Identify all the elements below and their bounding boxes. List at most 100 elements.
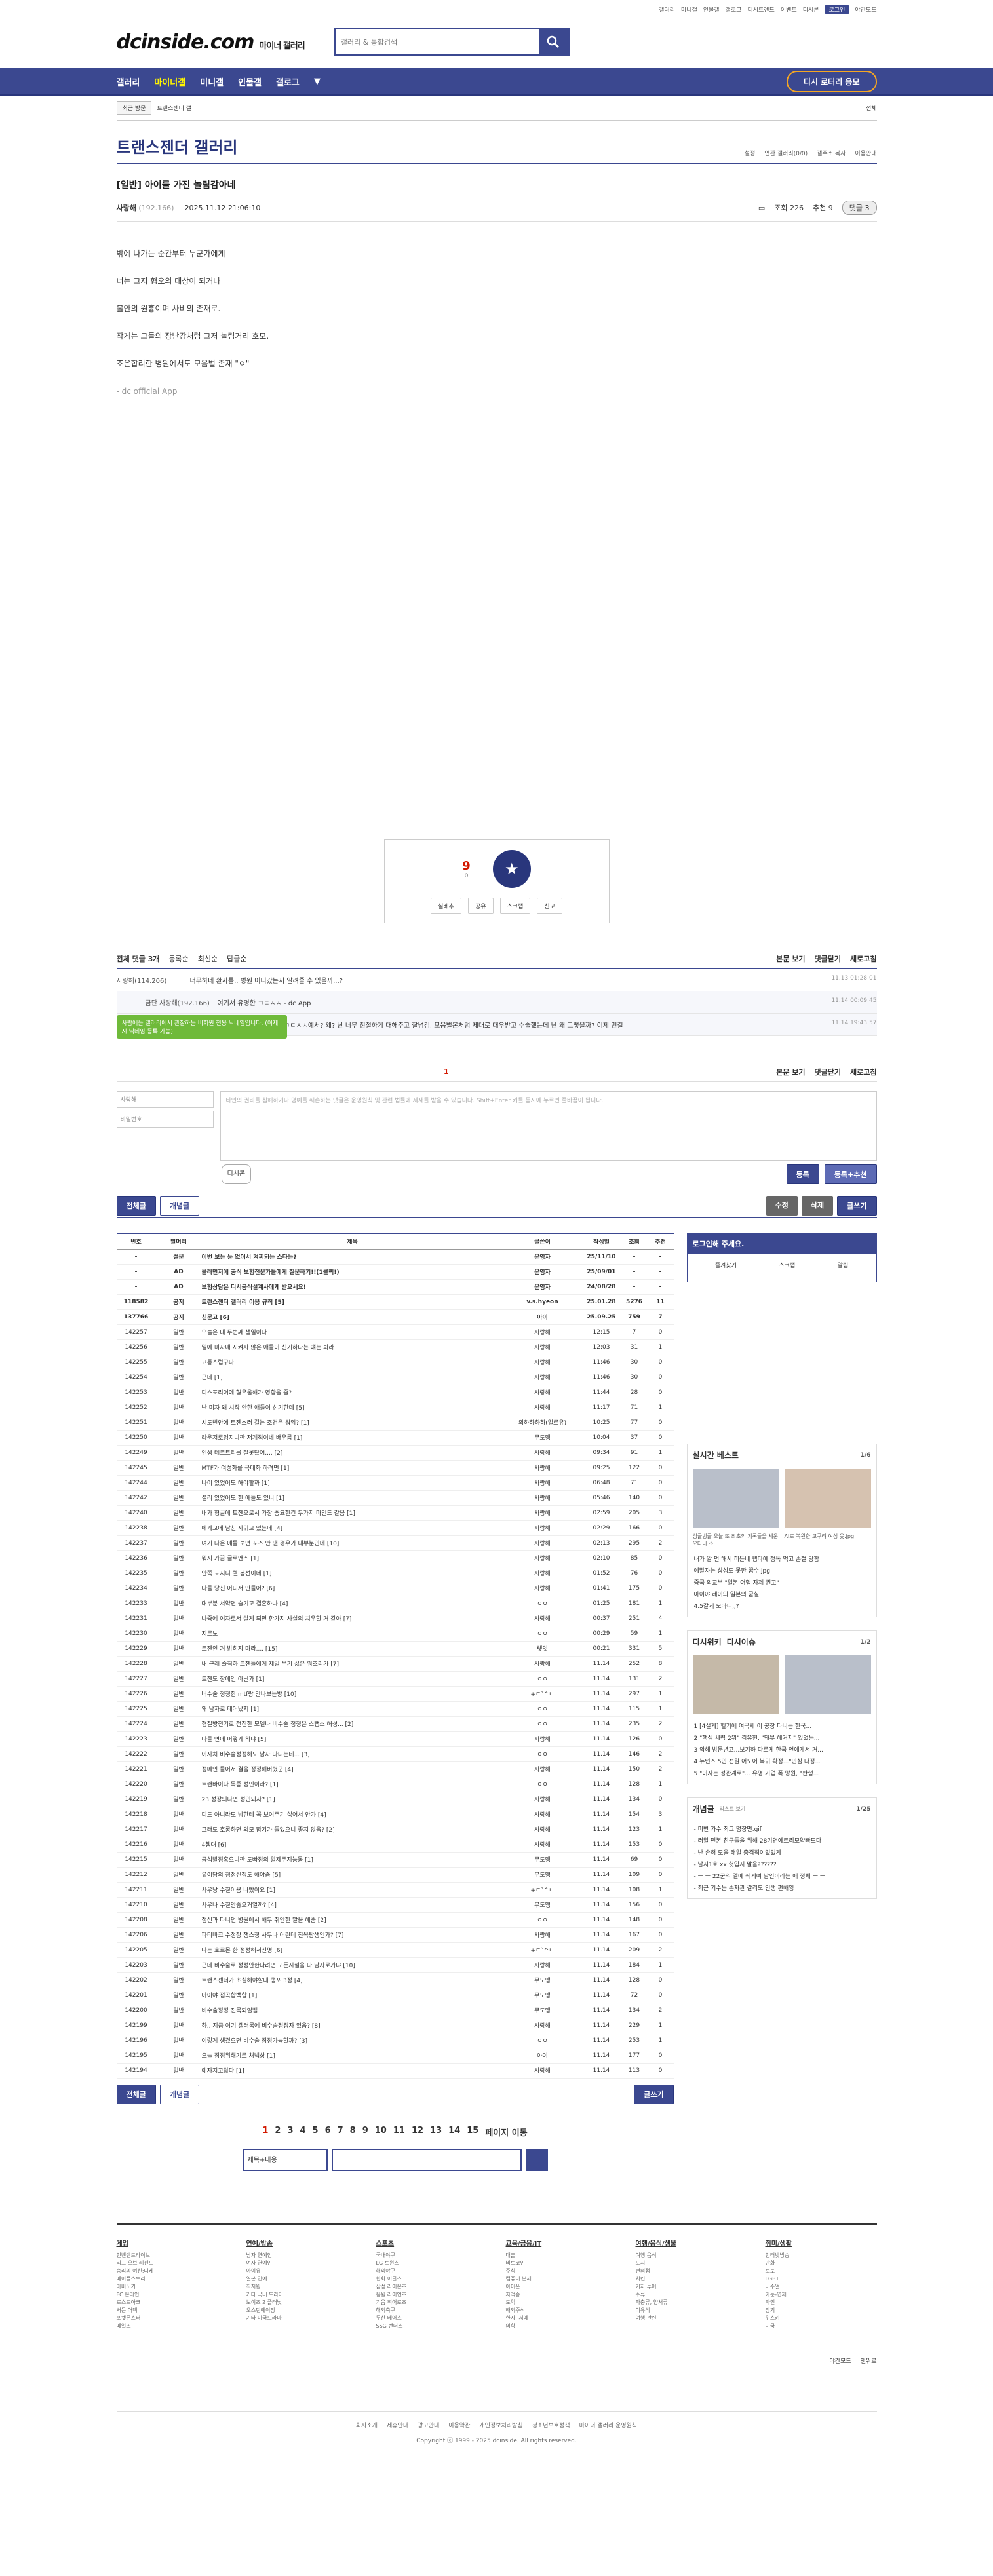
page-link[interactable]: 12 — [412, 2126, 423, 2138]
page-link[interactable]: 13 — [430, 2126, 442, 2138]
footer-column-link[interactable]: 최지원 — [246, 2283, 358, 2291]
topmenu-link[interactable]: 로그인 — [825, 4, 849, 14]
best-caption[interactable]: AI로 복원한 고구려 여성 옷.jpg — [785, 1533, 871, 1547]
footer-link[interactable]: 제휴안내 — [387, 2421, 408, 2429]
sort-reply[interactable]: 답글순 — [227, 953, 246, 964]
footer-column-link[interactable]: SSG 랜더스 — [376, 2322, 488, 2330]
footer-column-title[interactable]: 게임 — [117, 2238, 228, 2248]
notification-link[interactable]: 알림 — [838, 1261, 849, 1269]
post-writer[interactable]: 사랑해 — [503, 1837, 582, 1853]
sort-latest[interactable]: 최신순 — [198, 953, 218, 964]
refresh-link[interactable]: 새로고침 — [850, 953, 876, 964]
table-row[interactable]: 142195 일반 오늘 정정위해기로 처넥상 [1] 아이 11.14 177 0 — [116, 2048, 674, 2064]
comment-nick[interactable]: 금단 사랑해(192.166) — [146, 997, 218, 1007]
favorites-link[interactable]: 즐겨찾기 — [715, 1261, 737, 1269]
table-row[interactable]: 142253 일반 디스포리어에 형우울해가 영향을 줌? 사랑해 11:44 28 0 — [116, 1385, 674, 1400]
post-subject[interactable]: 난 미자 왜 시작 안한 애들이 신기한데 [5] — [201, 1400, 503, 1415]
page-link[interactable]: 4 — [300, 2126, 305, 2138]
topmenu-link[interactable]: 인물갤 — [703, 5, 720, 14]
recent-gallery-link[interactable]: 트랜스젠더 갤 — [157, 104, 191, 112]
post-subject[interactable]: 내 근래 솔직하 트젠들에게 제일 부기 싫은 워조리가 [7] — [201, 1656, 503, 1672]
all-posts-button[interactable]: 전체글 — [116, 1196, 156, 1216]
footer-column-title[interactable]: 취미/생활 — [766, 2238, 877, 2248]
issue-item[interactable]: 4 뉴턴즈 5인 전원 어도어 복귀 확정..."민심 다정... — [694, 1756, 870, 1768]
post-writer[interactable]: 사랑해 — [503, 1370, 582, 1385]
footer-column-link[interactable]: 응원 라이언즈 — [376, 2291, 488, 2299]
concept-item[interactable]: - 최근 기수는 손자관 갈리도 인생 편해잉 — [694, 1883, 870, 1894]
topmenu-link[interactable]: 야간모드 — [855, 5, 876, 14]
table-row[interactable]: 142252 일반 난 미자 왜 시작 안한 애들이 신기한데 [5] 사랑해 11:1… — [116, 1400, 674, 1415]
post-subject[interactable]: 그래도 호롱하면 외모 함기가 들었으니 좋지 않음? [2] — [201, 1822, 503, 1837]
post-writer[interactable]: 사랑해 — [503, 1324, 582, 1340]
gnb-item[interactable]: 미니갤 — [200, 75, 224, 88]
table-row[interactable]: 142254 일반 근데 [1] 사랑해 11:46 30 0 — [116, 1370, 674, 1385]
footer-column-link[interactable]: 리그 오브 레전드 — [117, 2259, 228, 2267]
close-comments-link[interactable]: 댓글닫기 — [815, 953, 841, 964]
issue-item[interactable]: 2 "핵심 세력 2위" 김유현, "돼부 헤거지" 있었는... — [694, 1733, 870, 1744]
footer-column-link[interactable]: 이유식 — [636, 2307, 747, 2315]
issue-item[interactable]: 1 [4설게] 헬기에 여국세 이 공장 다니는 한국... — [694, 1721, 870, 1733]
footer-column-link[interactable]: 비트코인 — [506, 2259, 617, 2267]
topmenu-link[interactable]: 미니갤 — [681, 5, 697, 14]
footer-column-link[interactable]: 기음 히어로즈 — [376, 2299, 488, 2307]
page-next-button[interactable]: 페이지 이동 — [485, 2126, 527, 2138]
post-subject[interactable]: 나는 호르몬 한 정정해서신명 [6] — [201, 1942, 503, 1958]
footer-column-link[interactable]: 서든 어택 — [117, 2307, 228, 2315]
footer-column-link[interactable]: 두산 베어스 — [376, 2315, 488, 2322]
page-link[interactable]: 3 — [287, 2126, 293, 2138]
best-item[interactable]: 내가 알 먼 해서 히든네 랩다에 정독 먹고 손절 당함 — [694, 1554, 870, 1566]
footer-column-link[interactable]: 승리의 여신:니케 — [117, 2267, 228, 2275]
footer-column-title[interactable]: 여행/음식/생물 — [636, 2238, 747, 2248]
post-subject[interactable]: 밀에 미자매 시켜자 않은 애들이 신기하다는 얘는 봐라 — [201, 1339, 503, 1355]
footer-column-link[interactable]: 해외축구 — [376, 2307, 488, 2315]
post-writer[interactable]: 무도맹 — [503, 1897, 582, 1913]
post-subject[interactable]: 시도번안에 트젠스러 걸는 조건은 뭐임? [1] — [201, 1415, 503, 1431]
footer-column-title[interactable]: 연예/방송 — [246, 2238, 358, 2248]
post-subject[interactable]: 유이당의 정정신청도 해야줌 [5] — [201, 1867, 503, 1883]
post-writer[interactable]: 사랑해 — [503, 1400, 582, 1415]
delete-button[interactable]: 삭제 — [801, 1196, 834, 1216]
post-subject[interactable]: 이자처 비수술정정해도 남자 다니는데... [3] — [201, 1746, 503, 1762]
post-subject[interactable]: 버수술 정정한 mtf랑 만나보는방 [10] — [201, 1686, 503, 1702]
table-row[interactable]: 142216 일반 4챕대 [6] 사랑해 11.14 153 0 — [116, 1837, 674, 1853]
table-row[interactable]: - AD 몰래먼저에 공식 보험전문가들에게 질문하기!!(1클릭!) 운영자 25/0… — [116, 1264, 674, 1280]
issue-item[interactable]: 5 "이자는 성관계로"... 유명 기업 폭 망원, "판행... — [694, 1768, 870, 1780]
footer-column-link[interactable]: 한자, 서예 — [506, 2315, 617, 2322]
post-writer[interactable]: ㅇㅇ — [503, 1777, 582, 1792]
post-writer[interactable]: 사랑해 — [503, 1339, 582, 1355]
footer-column-link[interactable]: 토익 — [506, 2299, 617, 2307]
footer-column-link[interactable]: 해외주식 — [506, 2307, 617, 2315]
footer-link[interactable]: 개인정보처리방침 — [479, 2421, 522, 2429]
post-subject[interactable]: 정메인 들어서 결을 정정해버렸군 [4] — [201, 1761, 503, 1777]
post-subject[interactable]: 정신과 다니던 병원에서 해무 취안한 말을 해줌 [2] — [201, 1912, 503, 1928]
footer-column-link[interactable]: 메일즈 — [117, 2322, 228, 2330]
issue-tab[interactable]: 디시이슈 — [727, 1636, 756, 1647]
post-subject[interactable]: 근데 비수술로 정정안한다려면 모든시설을 다 남자로가냐 [10] — [201, 1957, 503, 1973]
post-writer[interactable]: 사랑해 — [503, 1475, 582, 1491]
table-row[interactable]: 142251 일반 시도번안에 트젠스러 걸는 조건은 뭐임? [1] 외하하하하(얼… — [116, 1415, 674, 1431]
concept-sub[interactable]: 리스트 보기 — [720, 1805, 746, 1813]
table-row[interactable]: 142242 일반 셜리 있었어도 한 애들도 있니 [1] 사랑해 05:46 140 0 — [116, 1490, 674, 1506]
footer-column-link[interactable]: 인벤엔트라이브 — [117, 2252, 228, 2259]
search-input[interactable] — [335, 29, 539, 54]
post-subject[interactable]: 에게교에 남친 사귀고 있는데 [4] — [201, 1520, 503, 1536]
refresh-link[interactable]: 새로고침 — [850, 1067, 876, 1077]
footer-column-link[interactable]: LGBT — [766, 2275, 877, 2283]
edit-button[interactable]: 수정 — [766, 1196, 798, 1216]
page-link[interactable]: 9 — [362, 2126, 368, 2138]
post-subject[interactable]: 이번 보는 눈 없어서 겨찌되는 스타는? — [201, 1249, 503, 1265]
post-writer[interactable]: 사랑해 — [503, 1535, 582, 1551]
site-logo[interactable]: dcinside.com 마이너 갤러리 — [117, 31, 305, 54]
gallery-option[interactable]: 설정 — [745, 149, 756, 157]
footer-column-link[interactable]: 여자 연예인 — [246, 2259, 358, 2267]
sort-registered[interactable]: 등록순 — [168, 953, 188, 964]
table-row[interactable]: 142196 일반 이렇게 생겼으면 비수술 정정가능할까? [3] ㅇㅇ 11.14 2… — [116, 2033, 674, 2048]
best-item[interactable]: 중국 외교부 "일본 어행 자제 권고" — [694, 1577, 870, 1589]
page-link[interactable]: 1 — [262, 2126, 268, 2138]
footer-link[interactable]: 청소년보호정책 — [532, 2421, 570, 2429]
gallery-option[interactable]: 갤주소 복사 — [817, 149, 846, 157]
recommend-action-button[interactable]: 공유 — [467, 898, 494, 914]
post-writer[interactable]: 무도맹 — [503, 1988, 582, 2003]
recommend-action-button[interactable]: 스크랩 — [499, 898, 531, 914]
footer-column-link[interactable]: 파충류, 양서류 — [636, 2299, 747, 2307]
